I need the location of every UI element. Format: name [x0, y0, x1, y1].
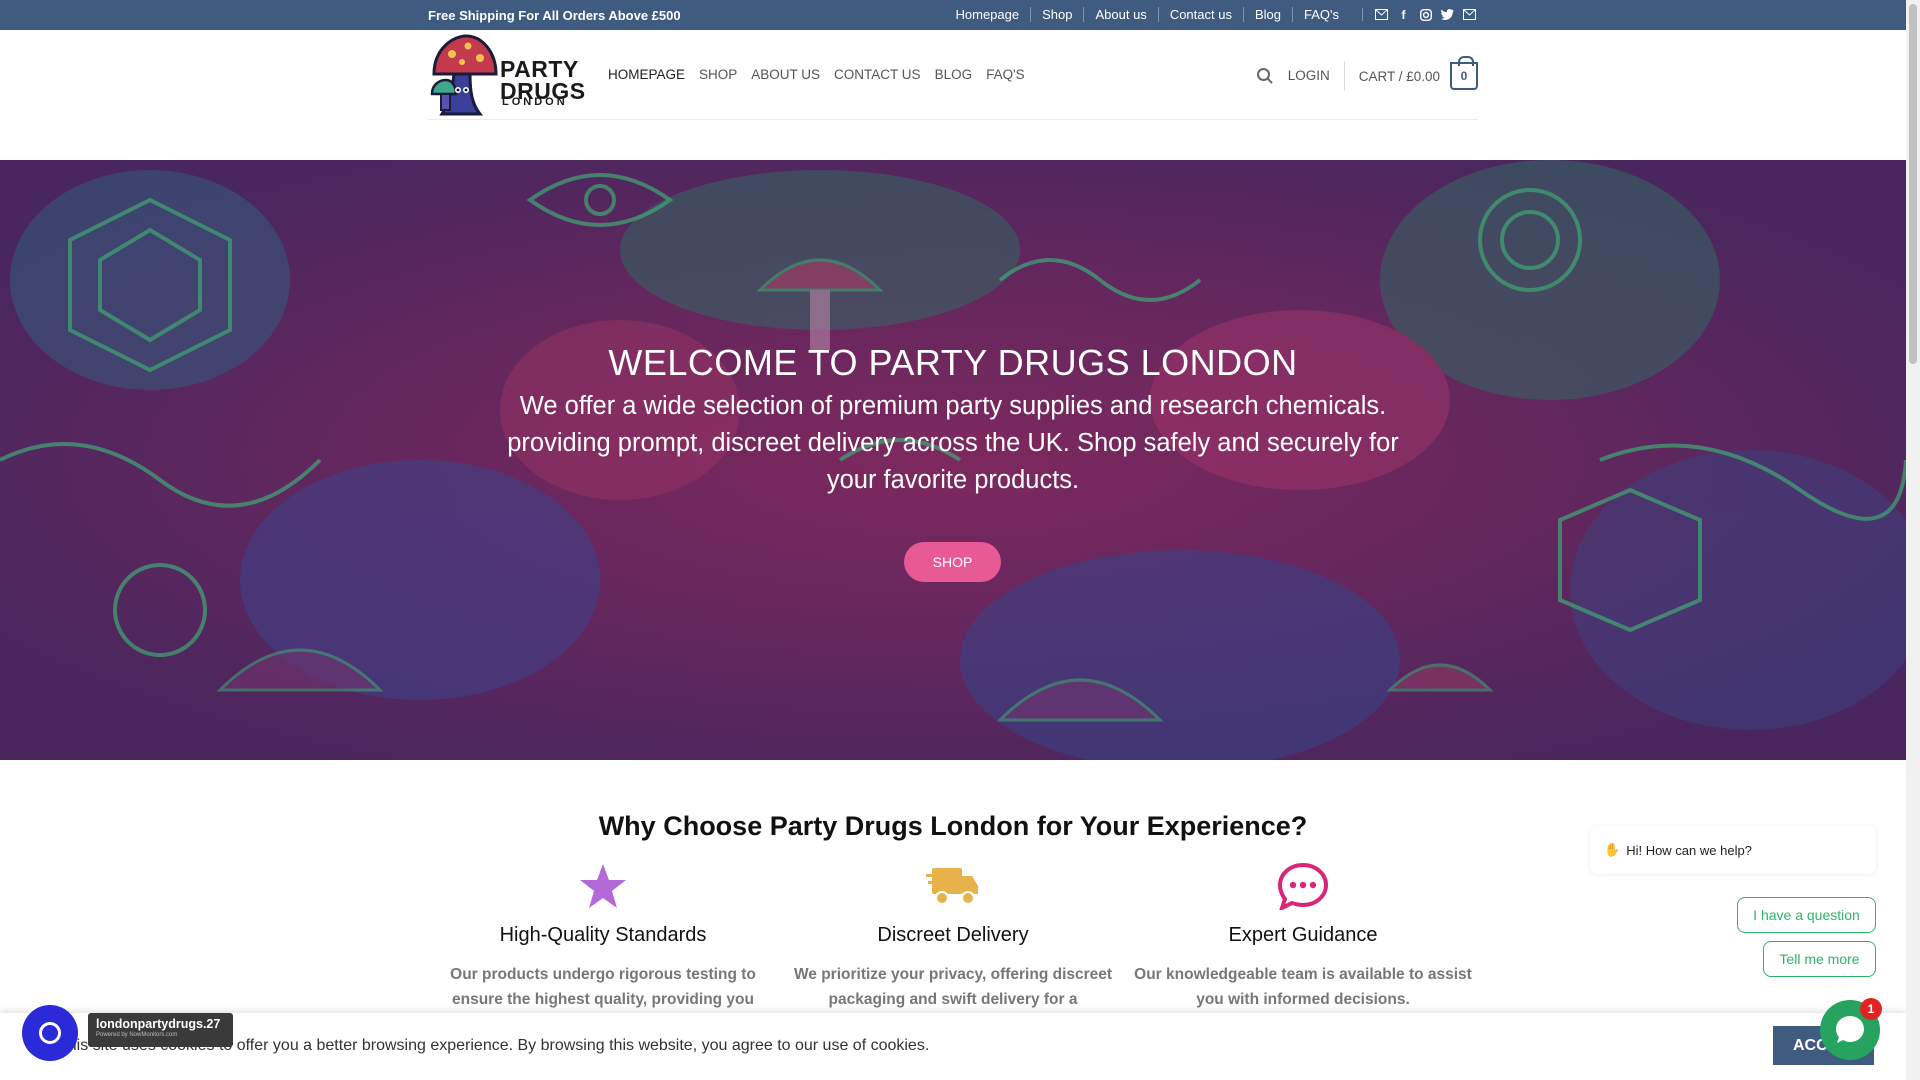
feature-title: Discreet Delivery	[877, 924, 1029, 946]
chat-greeting: ✋ Hi! How can we help?	[1590, 826, 1876, 874]
feature-text: We prioritize your privacy, offering dis…	[793, 966, 1113, 1008]
top-link-homepage[interactable]: Homepage	[945, 7, 1031, 22]
hero-text: We offer a wide selection of premium par…	[507, 392, 1399, 494]
nav-faq[interactable]: FAQ'S	[986, 67, 1025, 82]
waving-hand-icon: ✋	[1604, 842, 1621, 857]
header-inner: PARTY DRUGS LONDON HOMEPAGE SHOP ABOUT U…	[428, 30, 1478, 120]
scrollbar[interactable]	[1906, 0, 1920, 1080]
feature-quality: High-Quality Standards Our products unde…	[433, 862, 773, 1012]
nav-shop[interactable]: SHOP	[699, 67, 737, 82]
feature-title: Expert Guidance	[1228, 924, 1378, 946]
star-icon	[433, 862, 773, 912]
visitor-badge-icon[interactable]	[22, 1005, 78, 1061]
badge-powered: Powered by NowMonitors.com	[96, 1032, 178, 1038]
nav-contact[interactable]: CONTACT US	[834, 67, 921, 82]
top-link-about[interactable]: About us	[1083, 7, 1157, 22]
top-links: Homepage Shop About us Contact us Blog F…	[945, 7, 1476, 22]
cookie-bar: This site uses cookies to offer you a be…	[0, 1013, 1906, 1080]
feature-delivery: Discreet Delivery We prioritize your pri…	[783, 862, 1123, 1012]
visitor-badge-label[interactable]: londonpartydrugs.27 Powered by NowMonito…	[88, 1013, 233, 1047]
delivery-truck-icon	[783, 862, 1123, 912]
mail-icon[interactable]	[1463, 8, 1476, 21]
main-nav: HOMEPAGE SHOP ABOUT US CONTACT US BLOG F…	[608, 67, 1025, 82]
nav-homepage[interactable]: HOMEPAGE	[608, 67, 685, 82]
header-tools: LOGIN CART / £0.00 0	[1256, 56, 1478, 91]
top-bar: Free Shipping For All Orders Above £500 …	[0, 0, 1906, 30]
top-link-blog[interactable]: Blog	[1242, 7, 1292, 22]
hero-banner: WELCOME TO PARTY DRUGS LONDON We offer a…	[0, 160, 1906, 760]
chat-option-question[interactable]: I have a question	[1737, 897, 1876, 933]
mail-icon[interactable]	[1375, 8, 1388, 21]
top-link-shop[interactable]: Shop	[1030, 7, 1083, 22]
hero-title: WELCOME TO PARTY DRUGS LONDON	[608, 342, 1298, 383]
top-link-contact[interactable]: Contact us	[1157, 7, 1243, 22]
feature-guidance: Expert Guidance Our knowledgeable team i…	[1133, 862, 1473, 1012]
cart-link[interactable]: CART / £0.00	[1359, 69, 1440, 84]
nav-about[interactable]: ABOUT US	[751, 67, 820, 82]
facebook-icon[interactable]: f	[1397, 8, 1410, 22]
twitter-icon[interactable]	[1441, 8, 1454, 21]
page: Free Shipping For All Orders Above £500 …	[0, 0, 1920, 1080]
shipping-notice: Free Shipping For All Orders Above £500	[428, 8, 681, 23]
whatsapp-chat-button[interactable]: 1	[1820, 998, 1882, 1060]
feature-title: High-Quality Standards	[499, 924, 707, 946]
feature-text: Our knowledgeable team is available to a…	[1134, 966, 1472, 1008]
logo-line-1: PARTY	[500, 56, 579, 82]
feature-text: Our products undergo rigorous testing to…	[450, 966, 756, 1008]
chat-bubble-icon	[1133, 862, 1473, 912]
chat-icon	[1836, 1016, 1864, 1043]
badge-name: londonpartydrugs.27	[96, 1017, 221, 1031]
mushroom-logo-icon	[430, 34, 498, 116]
chat-unread-badge: 1	[1860, 998, 1882, 1020]
site-logo[interactable]: PARTY DRUGS LONDON	[428, 32, 585, 120]
scrollbar-thumb[interactable]	[1909, 4, 1917, 364]
chat-greeting-text: Hi! How can we help?	[1626, 842, 1752, 858]
search-icon[interactable]	[1256, 67, 1274, 85]
social-icons: f	[1362, 8, 1476, 22]
instagram-icon[interactable]	[1419, 8, 1432, 21]
top-link-faq[interactable]: FAQ's	[1292, 7, 1350, 22]
cart-count-badge[interactable]: 0	[1450, 56, 1478, 90]
hero-shop-button[interactable]: SHOP	[904, 542, 1001, 582]
chat-option-more[interactable]: Tell me more	[1763, 941, 1876, 977]
logo-line-3: LONDON	[502, 96, 568, 108]
login-link[interactable]: LOGIN	[1288, 61, 1345, 91]
nav-blog[interactable]: BLOG	[935, 67, 973, 82]
site-header: PARTY DRUGS LONDON HOMEPAGE SHOP ABOUT U…	[0, 30, 1906, 160]
